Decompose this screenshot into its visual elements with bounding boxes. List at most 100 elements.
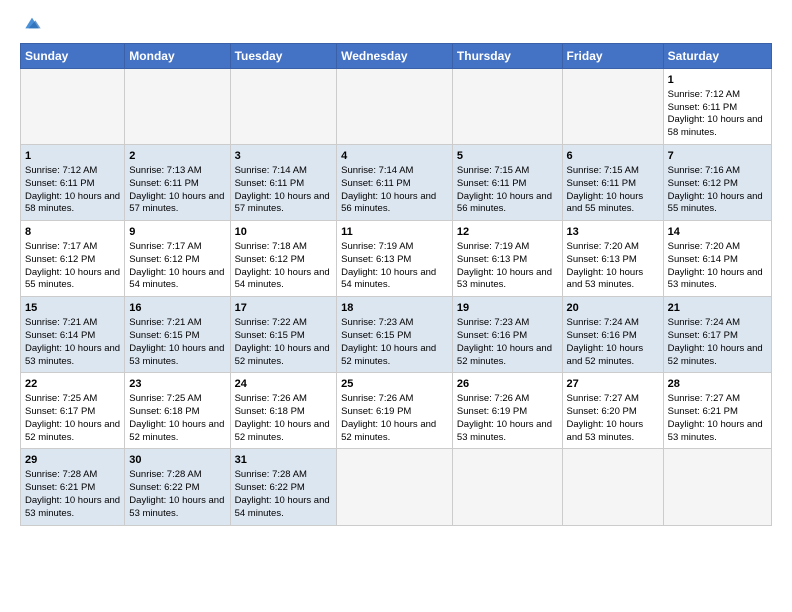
sunrise-text: Sunrise: 7:26 AM — [457, 393, 558, 406]
sunset-text: Sunset: 6:12 PM — [235, 254, 333, 267]
sunset-text: Sunset: 6:20 PM — [567, 406, 659, 419]
calendar-week-1: 1Sunrise: 7:12 AMSunset: 6:11 PMDaylight… — [21, 145, 772, 221]
day-number: 1 — [25, 149, 120, 164]
day-number: 22 — [25, 377, 120, 392]
sunrise-text: Sunrise: 7:15 AM — [457, 165, 558, 178]
sunrise-text: Sunrise: 7:23 AM — [341, 317, 448, 330]
calendar-cell: 3Sunrise: 7:14 AMSunset: 6:11 PMDaylight… — [230, 145, 337, 221]
day-number: 20 — [567, 301, 659, 316]
sunrise-text: Sunrise: 7:12 AM — [25, 165, 120, 178]
day-number: 21 — [668, 301, 767, 316]
day-number: 18 — [341, 301, 448, 316]
daylight-text: Daylight: 10 hours and 52 minutes. — [567, 343, 659, 369]
calendar-cell: 4Sunrise: 7:14 AMSunset: 6:11 PMDaylight… — [337, 145, 453, 221]
daylight-text: Daylight: 10 hours and 54 minutes. — [235, 267, 333, 293]
sunset-text: Sunset: 6:21 PM — [668, 406, 767, 419]
sunrise-text: Sunrise: 7:22 AM — [235, 317, 333, 330]
sunrise-text: Sunrise: 7:27 AM — [567, 393, 659, 406]
sunrise-text: Sunrise: 7:24 AM — [567, 317, 659, 330]
day-number: 31 — [235, 453, 333, 468]
sunrise-text: Sunrise: 7:24 AM — [668, 317, 767, 330]
sunset-text: Sunset: 6:13 PM — [567, 254, 659, 267]
sunset-text: Sunset: 6:13 PM — [341, 254, 448, 267]
calendar-cell: 28Sunrise: 7:27 AMSunset: 6:21 PMDayligh… — [663, 373, 771, 449]
calendar-cell: 12Sunrise: 7:19 AMSunset: 6:13 PMDayligh… — [452, 221, 562, 297]
calendar-week-3: 15Sunrise: 7:21 AMSunset: 6:14 PMDayligh… — [21, 297, 772, 373]
calendar-cell — [230, 69, 337, 145]
sunrise-text: Sunrise: 7:21 AM — [25, 317, 120, 330]
day-number: 1 — [668, 73, 767, 88]
sunrise-text: Sunrise: 7:14 AM — [341, 165, 448, 178]
sunset-text: Sunset: 6:11 PM — [235, 178, 333, 191]
day-number: 12 — [457, 225, 558, 240]
sunrise-text: Sunrise: 7:17 AM — [25, 241, 120, 254]
calendar-cell: 19Sunrise: 7:23 AMSunset: 6:16 PMDayligh… — [452, 297, 562, 373]
col-saturday: Saturday — [663, 44, 771, 69]
sunset-text: Sunset: 6:12 PM — [129, 254, 225, 267]
sunrise-text: Sunrise: 7:28 AM — [129, 469, 225, 482]
calendar-week-4: 22Sunrise: 7:25 AMSunset: 6:17 PMDayligh… — [21, 373, 772, 449]
calendar-cell: 6Sunrise: 7:15 AMSunset: 6:11 PMDaylight… — [562, 145, 663, 221]
sunset-text: Sunset: 6:16 PM — [457, 330, 558, 343]
sunset-text: Sunset: 6:18 PM — [235, 406, 333, 419]
sunrise-text: Sunrise: 7:28 AM — [235, 469, 333, 482]
calendar-cell — [337, 69, 453, 145]
calendar-cell — [663, 449, 771, 525]
day-number: 4 — [341, 149, 448, 164]
calendar-cell — [21, 69, 125, 145]
day-number: 23 — [129, 377, 225, 392]
daylight-text: Daylight: 10 hours and 52 minutes. — [341, 419, 448, 445]
day-number: 27 — [567, 377, 659, 392]
daylight-text: Daylight: 10 hours and 52 minutes. — [25, 419, 120, 445]
day-number: 17 — [235, 301, 333, 316]
day-number: 25 — [341, 377, 448, 392]
sunrise-text: Sunrise: 7:12 AM — [668, 89, 767, 102]
sunset-text: Sunset: 6:11 PM — [567, 178, 659, 191]
calendar-cell: 15Sunrise: 7:21 AMSunset: 6:14 PMDayligh… — [21, 297, 125, 373]
day-number: 5 — [457, 149, 558, 164]
day-number: 29 — [25, 453, 120, 468]
daylight-text: Daylight: 10 hours and 56 minutes. — [457, 191, 558, 217]
calendar-cell — [337, 449, 453, 525]
day-number: 28 — [668, 377, 767, 392]
daylight-text: Daylight: 10 hours and 53 minutes. — [457, 419, 558, 445]
sunset-text: Sunset: 6:15 PM — [129, 330, 225, 343]
day-number: 3 — [235, 149, 333, 164]
calendar-cell: 1Sunrise: 7:12 AMSunset: 6:11 PMDaylight… — [663, 69, 771, 145]
calendar-cell: 24Sunrise: 7:26 AMSunset: 6:18 PMDayligh… — [230, 373, 337, 449]
day-number: 8 — [25, 225, 120, 240]
daylight-text: Daylight: 10 hours and 55 minutes. — [668, 191, 767, 217]
daylight-text: Daylight: 10 hours and 57 minutes. — [129, 191, 225, 217]
daylight-text: Daylight: 10 hours and 52 minutes. — [457, 343, 558, 369]
calendar-cell: 22Sunrise: 7:25 AMSunset: 6:17 PMDayligh… — [21, 373, 125, 449]
page: Sunday Monday Tuesday Wednesday Thursday… — [0, 0, 792, 612]
logo-icon — [22, 13, 42, 33]
daylight-text: Daylight: 10 hours and 52 minutes. — [341, 343, 448, 369]
daylight-text: Daylight: 10 hours and 54 minutes. — [341, 267, 448, 293]
calendar-cell: 2Sunrise: 7:13 AMSunset: 6:11 PMDaylight… — [125, 145, 230, 221]
sunset-text: Sunset: 6:14 PM — [668, 254, 767, 267]
day-number: 7 — [668, 149, 767, 164]
daylight-text: Daylight: 10 hours and 53 minutes. — [668, 419, 767, 445]
daylight-text: Daylight: 10 hours and 52 minutes. — [235, 343, 333, 369]
day-number: 30 — [129, 453, 225, 468]
calendar-cell: 10Sunrise: 7:18 AMSunset: 6:12 PMDayligh… — [230, 221, 337, 297]
calendar-cell — [562, 449, 663, 525]
sunset-text: Sunset: 6:12 PM — [668, 178, 767, 191]
calendar-cell — [452, 449, 562, 525]
sunset-text: Sunset: 6:16 PM — [567, 330, 659, 343]
daylight-text: Daylight: 10 hours and 58 minutes. — [668, 114, 767, 140]
sunset-text: Sunset: 6:11 PM — [668, 102, 767, 115]
calendar-cell: 16Sunrise: 7:21 AMSunset: 6:15 PMDayligh… — [125, 297, 230, 373]
calendar-cell: 14Sunrise: 7:20 AMSunset: 6:14 PMDayligh… — [663, 221, 771, 297]
daylight-text: Daylight: 10 hours and 52 minutes. — [129, 419, 225, 445]
calendar-cell: 17Sunrise: 7:22 AMSunset: 6:15 PMDayligh… — [230, 297, 337, 373]
daylight-text: Daylight: 10 hours and 54 minutes. — [129, 267, 225, 293]
calendar-cell: 29Sunrise: 7:28 AMSunset: 6:21 PMDayligh… — [21, 449, 125, 525]
calendar-cell: 26Sunrise: 7:26 AMSunset: 6:19 PMDayligh… — [452, 373, 562, 449]
day-number: 10 — [235, 225, 333, 240]
daylight-text: Daylight: 10 hours and 55 minutes. — [567, 191, 659, 217]
daylight-text: Daylight: 10 hours and 58 minutes. — [25, 191, 120, 217]
calendar-cell: 13Sunrise: 7:20 AMSunset: 6:13 PMDayligh… — [562, 221, 663, 297]
day-number: 19 — [457, 301, 558, 316]
